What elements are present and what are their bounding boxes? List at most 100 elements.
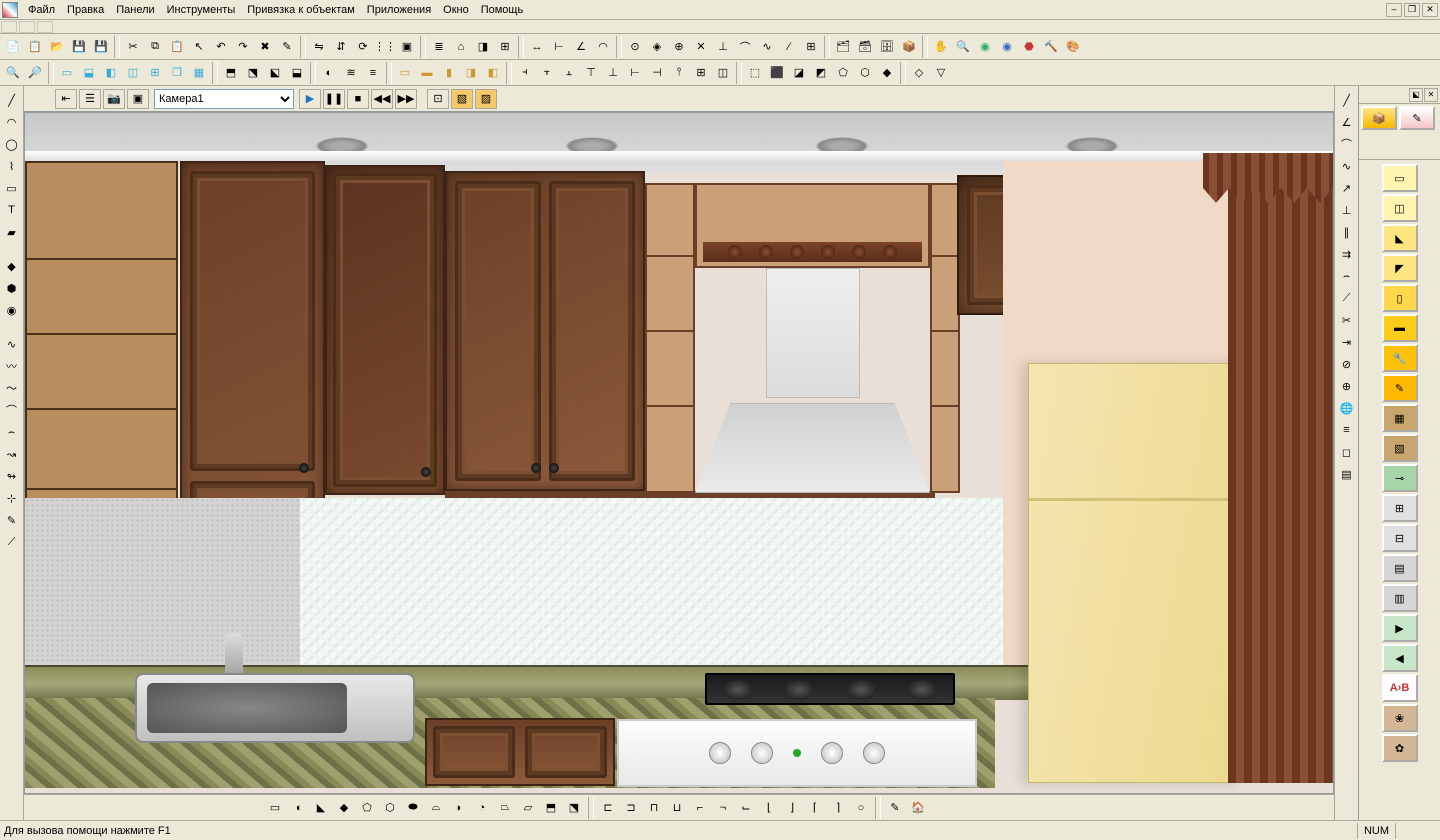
palette-corner1-icon[interactable]: ◣ [1382, 224, 1418, 252]
tab-segment[interactable] [19, 21, 35, 33]
open-button[interactable]: 📂 [46, 36, 68, 58]
tab-segment[interactable] [1, 21, 17, 33]
rotate-button[interactable]: ⟳ [352, 36, 374, 58]
shape-quarter-icon[interactable]: ◔ [471, 797, 493, 819]
box1-button[interactable]: ▭ [394, 62, 416, 84]
align10-button[interactable]: ◫ [712, 62, 734, 84]
r-perp-icon[interactable]: ⊥ [1337, 200, 1357, 220]
pan-button[interactable]: ✋ [930, 36, 952, 58]
shape-diamond-icon[interactable]: ◆ [333, 797, 355, 819]
snap-nearest-icon[interactable]: ∿ [756, 36, 778, 58]
r-arc-icon[interactable]: ⌒ [1337, 134, 1357, 154]
palette-base1-icon[interactable]: ▭ [1382, 164, 1418, 192]
palette-leaf1-icon[interactable]: ▶ [1382, 614, 1418, 642]
view-3d-button[interactable]: ❒ [166, 62, 188, 84]
zoom-in-button[interactable]: 🔍 [2, 62, 24, 84]
front-7-icon[interactable]: ⌙ [735, 797, 757, 819]
shape2-button[interactable]: ⬔ [242, 62, 264, 84]
menu-window[interactable]: Окно [437, 2, 475, 18]
line-tool[interactable]: ╱ [2, 90, 22, 110]
view-2v-button[interactable]: ◧ [100, 62, 122, 84]
box4-button[interactable]: ◨ [460, 62, 482, 84]
snap-grid-icon[interactable]: ⊞ [800, 36, 822, 58]
node-tool[interactable]: ⊹ [2, 488, 22, 508]
group-button[interactable]: ▣ [396, 36, 418, 58]
align7-button[interactable]: ⊣ [646, 62, 668, 84]
home-preset-icon[interactable]: 🏠 [907, 797, 929, 819]
undo-button[interactable]: ↶ [210, 36, 232, 58]
r-chamfer-icon[interactable]: ⟋ [1337, 288, 1357, 308]
front-1-icon[interactable]: ⊏ [597, 797, 619, 819]
front-3-icon[interactable]: ⊓ [643, 797, 665, 819]
prev-frame-button[interactable]: ◀◀ [371, 89, 393, 109]
r-layer-icon[interactable]: ▤ [1337, 464, 1357, 484]
rectangle-tool[interactable]: ▭ [2, 178, 22, 198]
palette-decor2-icon[interactable]: ✿ [1382, 734, 1418, 762]
part3-button[interactable]: ◪ [788, 62, 810, 84]
align4-button[interactable]: ⊤ [580, 62, 602, 84]
palette-edit-icon[interactable]: ✎ [1382, 374, 1418, 402]
revolve-tool[interactable]: ◉ [2, 300, 22, 320]
snap-perp-icon[interactable]: ⊥ [712, 36, 734, 58]
align8-button[interactable]: ⫯ [668, 62, 690, 84]
shape4-button[interactable]: ⬓ [286, 62, 308, 84]
front-12-icon[interactable]: ○ [850, 797, 872, 819]
shape-para-icon[interactable]: ▱ [517, 797, 539, 819]
r-spline-icon[interactable]: ∿ [1337, 156, 1357, 176]
shape1-button[interactable]: ⬒ [220, 62, 242, 84]
close-button[interactable]: ✕ [1422, 3, 1438, 17]
path1-tool[interactable]: ↝ [2, 444, 22, 464]
grid-icon[interactable]: ⊞ [690, 62, 712, 84]
r-cube-icon[interactable]: ◻ [1337, 442, 1357, 462]
circle-tool[interactable]: ◯ [2, 134, 22, 154]
dim-radius-button[interactable]: ◠ [592, 36, 614, 58]
front-9-icon[interactable]: ⌋ [781, 797, 803, 819]
shape-penta-icon[interactable]: ⬠ [356, 797, 378, 819]
save-as-button[interactable]: 💾 [90, 36, 112, 58]
profile3-button[interactable]: ≡ [362, 62, 384, 84]
camera-select[interactable]: Камера1 [154, 89, 294, 109]
cut-button[interactable]: ✂ [122, 36, 144, 58]
align2-button[interactable]: ⫟ [536, 62, 558, 84]
shape-trap-icon[interactable]: ⏢ [494, 797, 516, 819]
curve5-tool[interactable]: ⌢ [2, 422, 22, 442]
dim-chain-button[interactable]: ⊢ [548, 36, 570, 58]
palette-base2-icon[interactable]: ◫ [1382, 194, 1418, 222]
palette-decor1-icon[interactable]: ❀ [1382, 704, 1418, 732]
snap-intersection-icon[interactable]: ✕ [690, 36, 712, 58]
mirror-h-button[interactable]: ⇋ [308, 36, 330, 58]
shape-cutout-icon[interactable]: ⬔ [563, 797, 585, 819]
front-5-icon[interactable]: ⌐ [689, 797, 711, 819]
array-button[interactable]: ⋮⋮ [374, 36, 396, 58]
text-tool[interactable]: T [2, 200, 22, 220]
front-4-icon[interactable]: ⊔ [666, 797, 688, 819]
shape-arch-icon[interactable]: ⌓ [425, 797, 447, 819]
edit-button[interactable]: ✎ [276, 36, 298, 58]
plan-button[interactable]: ⊞ [494, 36, 516, 58]
align1-button[interactable]: ⫞ [514, 62, 536, 84]
menu-snap[interactable]: Привязка к объектам [241, 2, 361, 18]
view-3-button[interactable]: ◫ [122, 62, 144, 84]
menu-apps[interactable]: Приложения [361, 2, 437, 18]
hammer-icon[interactable]: 🔨 [1040, 36, 1062, 58]
palette-appliance1-icon[interactable]: ▤ [1382, 554, 1418, 582]
zoom-out-button[interactable]: 🔎 [24, 62, 46, 84]
new-file-button[interactable]: 📄 [2, 36, 24, 58]
view-custom-button[interactable]: ▦ [188, 62, 210, 84]
stop-button[interactable]: ⬣ [1018, 36, 1040, 58]
shape-oval-icon[interactable]: ⬬ [402, 797, 424, 819]
front-8-icon[interactable]: ⌊ [758, 797, 780, 819]
walkthrough-button[interactable]: ◉ [996, 36, 1018, 58]
menu-help[interactable]: Помощь [475, 2, 530, 18]
align6-button[interactable]: ⊢ [624, 62, 646, 84]
box-textured-icon[interactable]: ▨ [475, 89, 497, 109]
palette-appliance2-icon[interactable]: ▥ [1382, 584, 1418, 612]
next-frame-button[interactable]: ▶▶ [395, 89, 417, 109]
part4-button[interactable]: ◩ [810, 62, 832, 84]
solid-tool[interactable]: ◆ [2, 256, 22, 276]
restore-button[interactable]: ❐ [1404, 3, 1420, 17]
catalog1-button[interactable]: 🗂 [832, 36, 854, 58]
dim-angle-button[interactable]: ∠ [570, 36, 592, 58]
polyline-tool[interactable]: ⌇ [2, 156, 22, 176]
r-angle-icon[interactable]: ∠ [1337, 112, 1357, 132]
